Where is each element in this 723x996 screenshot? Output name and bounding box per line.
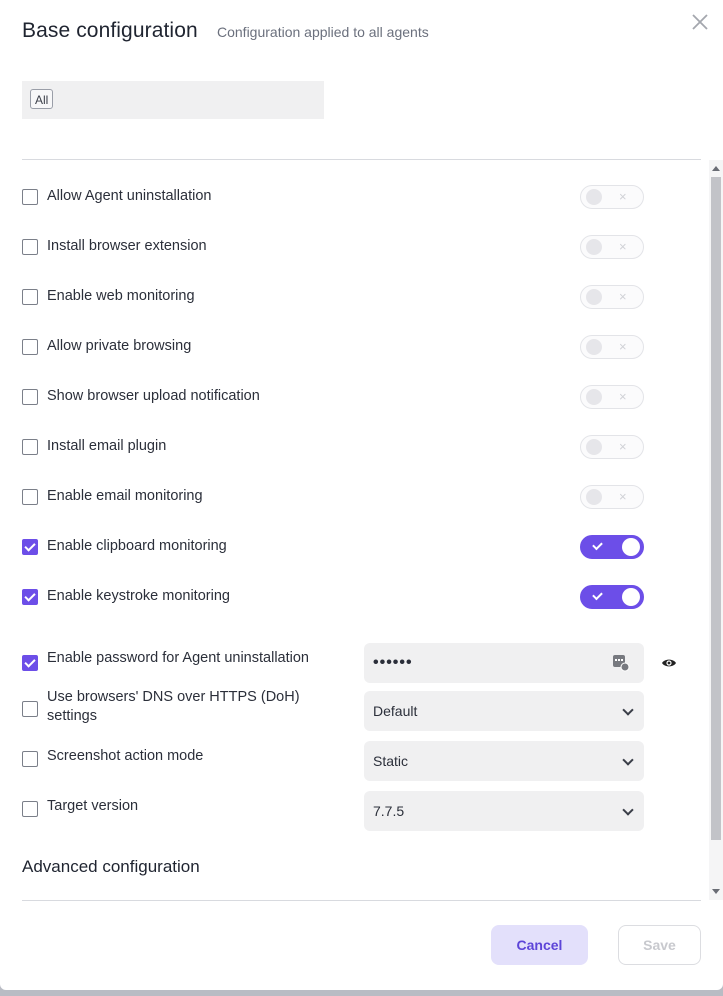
toggle-install-browser-extension[interactable]: × (580, 235, 644, 259)
check-icon (592, 539, 603, 551)
setting-label: Screenshot action mode (47, 748, 204, 764)
checkbox-screenshot-mode[interactable] (22, 751, 38, 767)
doh-selected-value: Default (373, 703, 418, 719)
setting-row-uninstall-password: Enable password for Agent uninstallation… (0, 643, 710, 683)
scroll-up-arrow-icon[interactable] (712, 166, 720, 171)
checkbox-allow-private-browsing[interactable] (22, 339, 38, 355)
chevron-down-icon (622, 754, 634, 766)
checkbox-enable-email-monitoring[interactable] (22, 489, 38, 505)
settings-scrollbar[interactable] (709, 160, 723, 900)
setting-label: Enable keystroke monitoring (47, 588, 230, 604)
scroll-down-arrow-icon[interactable] (712, 889, 720, 894)
base-configuration-dialog: Base configuration Configuration applied… (0, 0, 723, 990)
checkbox-show-browser-upload-notification[interactable] (22, 389, 38, 405)
save-button[interactable]: Save (618, 925, 701, 965)
close-icon[interactable] (688, 10, 712, 34)
doh-label-line2: settings (47, 708, 97, 724)
toggle-enable-keystroke-monitoring[interactable] (580, 585, 644, 609)
dialog-title: Base configuration (22, 19, 198, 42)
checkbox-target-version[interactable] (22, 801, 38, 817)
setting-label: Target version (47, 798, 139, 814)
doh-select[interactable]: Default (364, 691, 644, 731)
toggle-allow-private-browsing[interactable]: × (580, 335, 644, 359)
uninstall-password-input[interactable]: •••••• (364, 643, 644, 683)
toggle-enable-web-monitoring[interactable]: × (580, 285, 644, 309)
toggle-enable-email-monitoring[interactable]: × (580, 485, 644, 509)
target-version-select[interactable]: 7.7.5 (364, 791, 644, 831)
setting-label: Install email plugin (47, 438, 167, 454)
checkbox-doh[interactable] (22, 701, 38, 717)
setting-row-screenshot-mode: Screenshot action mode Static (0, 741, 710, 781)
setting-label: Allow private browsing (47, 338, 192, 354)
scrollbar-thumb[interactable] (711, 177, 721, 840)
backdrop (0, 990, 723, 996)
setting-label: Enable email monitoring (47, 488, 203, 504)
setting-label: Enable clipboard monitoring (47, 538, 227, 554)
checkbox-enable-keystroke-monitoring[interactable] (22, 589, 38, 605)
agent-scope-selector[interactable]: All (22, 81, 324, 119)
divider-bottom (22, 900, 701, 901)
toggle-install-email-plugin[interactable]: × (580, 435, 644, 459)
chevron-down-icon (622, 704, 634, 716)
setting-row-doh: Use browsers' DNS over HTTPS (DoH) setti… (0, 688, 710, 731)
setting-label: Enable web monitoring (47, 288, 195, 304)
toggle-enable-clipboard-monitoring[interactable] (580, 535, 644, 559)
screenshot-selected-value: Static (373, 753, 409, 769)
checkbox-enable-web-monitoring[interactable] (22, 289, 38, 305)
screenshot-mode-select[interactable]: Static (364, 741, 644, 781)
checkbox-allow-agent-uninstallation[interactable] (22, 189, 38, 205)
checkbox-install-email-plugin[interactable] (22, 439, 38, 455)
setting-label: Install browser extension (47, 238, 207, 254)
setting-label: Enable password for Agent uninstallation (47, 650, 309, 666)
advanced-configuration-heading: Advanced configuration (22, 857, 200, 876)
password-manager-icon[interactable] (612, 654, 630, 672)
settings-scroll-area[interactable]: Allow Agent uninstallation × Install bro… (0, 160, 723, 900)
scope-chip-all[interactable]: All (30, 89, 54, 109)
setting-label: Use browsers' DNS over HTTPS (DoH) setti… (47, 688, 300, 726)
target-version-selected-value: 7.7.5 (373, 803, 405, 819)
check-icon (592, 589, 603, 601)
checkbox-enable-clipboard-monitoring[interactable] (22, 539, 38, 555)
password-value: •••••• (373, 654, 413, 671)
toggle-show-browser-upload-notification[interactable]: × (580, 385, 644, 409)
setting-label: Allow Agent uninstallation (47, 188, 212, 204)
doh-label-line1: Use browsers' DNS over HTTPS (DoH) (47, 689, 300, 705)
checkbox-install-browser-extension[interactable] (22, 239, 38, 255)
toggle-allow-agent-uninstallation[interactable]: × (580, 185, 644, 209)
setting-label: Show browser upload notification (47, 388, 260, 404)
checkbox-enable-uninstall-password[interactable] (22, 655, 38, 671)
show-password-eye-icon[interactable] (661, 657, 677, 669)
setting-row-target-version: Target version 7.7.5 (0, 791, 710, 831)
chevron-down-icon (622, 804, 634, 816)
cancel-button[interactable]: Cancel (491, 925, 588, 965)
dialog-subtitle: Configuration applied to all agents (217, 24, 429, 40)
